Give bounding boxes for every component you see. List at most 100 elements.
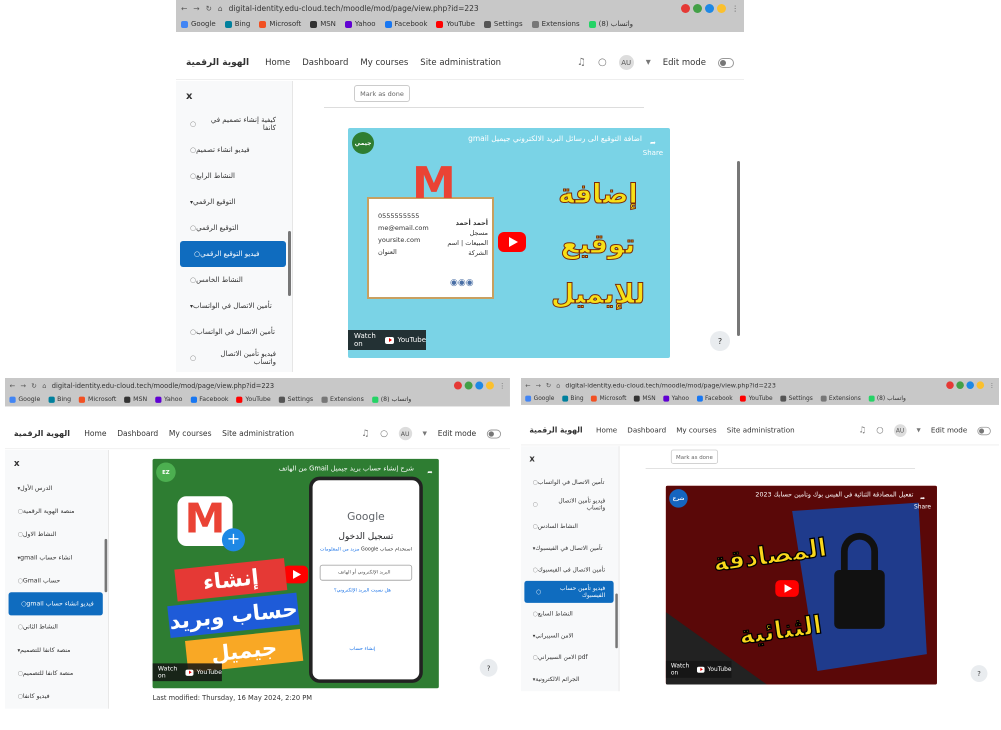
avatar[interactable]: AU bbox=[893, 424, 907, 437]
menu-icon[interactable]: ⋮ bbox=[499, 381, 506, 389]
chevron-down-icon[interactable]: ▾ bbox=[423, 429, 427, 439]
bookmark-item[interactable]: Facebook bbox=[385, 20, 428, 28]
sidebar-item[interactable]: النشاط السابع ○ bbox=[521, 603, 614, 625]
mark-as-done-button[interactable]: Mark as done bbox=[670, 449, 719, 464]
sidebar-item[interactable]: فيديو تأمين الاتصال واتساب ○ bbox=[521, 493, 614, 515]
bookmark-item[interactable]: Settings bbox=[780, 395, 813, 402]
bookmark-item[interactable]: MSN bbox=[634, 395, 655, 402]
bell-icon[interactable]: ♫ bbox=[361, 429, 369, 439]
bookmark-item[interactable]: Settings bbox=[484, 20, 523, 28]
video-embed[interactable]: جيمي اضافة التوقيع الى رسائل البريد الال… bbox=[348, 128, 670, 358]
chat-icon[interactable]: ○ bbox=[380, 429, 388, 439]
create-account-link[interactable]: إنشاء حساب bbox=[313, 646, 420, 651]
bookmark-item[interactable]: YouTube bbox=[237, 396, 270, 403]
scrollbar[interactable] bbox=[104, 538, 108, 593]
sidebar-item[interactable]: تأمين الاتصال في الواتساب ○ bbox=[176, 319, 286, 345]
chat-icon[interactable]: ○ bbox=[598, 57, 607, 68]
video-embed[interactable]: EZ شرح إنشاء حساب بريد جيميل Gmail من ال… bbox=[152, 458, 439, 689]
sidebar-item[interactable]: كيفية إنشاء تصميم في كانفا ○ bbox=[176, 111, 286, 137]
sidebar-item[interactable]: تأمين الاتصال في الفيسبوك ○ bbox=[521, 559, 614, 581]
sidebar-section[interactable]: الجرائم الالكترونية ▾ bbox=[521, 668, 614, 690]
bookmark-item[interactable]: Microsoft bbox=[79, 396, 116, 403]
bookmark-item[interactable]: Yahoo bbox=[155, 396, 182, 403]
sidebar-section[interactable]: التوقيع الرقمي ▾ bbox=[176, 189, 286, 215]
address-bar[interactable]: digital-identity.edu-cloud.tech/moodle/m… bbox=[52, 381, 274, 389]
sidebar-item[interactable]: حساب Gmail ○ bbox=[5, 569, 103, 592]
sidebar-item[interactable]: تأمين الاتصال في الواتساب ○ bbox=[521, 471, 614, 493]
reload-icon[interactable]: ↻ bbox=[206, 4, 212, 13]
video-title[interactable]: اضافة التوقيع الى رسائل البريد الالكترون… bbox=[378, 134, 642, 143]
extension-icons[interactable] bbox=[943, 381, 984, 389]
scrollbar[interactable] bbox=[615, 593, 618, 649]
sidebar-section[interactable]: الدرس الأول ▾ bbox=[5, 477, 103, 500]
bookmark-item[interactable]: واتساب (8) bbox=[589, 20, 633, 28]
menu-icon[interactable]: ⋮ bbox=[732, 4, 740, 13]
help-button[interactable]: ? bbox=[479, 658, 498, 677]
bookmark-item[interactable]: Bing bbox=[562, 395, 583, 402]
bookmark-item[interactable]: Microsoft bbox=[259, 20, 301, 28]
sidebar-section[interactable]: انشاء حساب gmail ▾ bbox=[5, 546, 103, 569]
watch-on-youtube[interactable]: Watch on YouTube bbox=[152, 663, 222, 682]
video-title[interactable]: شرح إنشاء حساب بريد جيميل Gmail من الهات… bbox=[179, 464, 414, 472]
sidebar-item-active[interactable]: فيديو التوقيع الرقمي ○ bbox=[180, 241, 286, 267]
nav-home[interactable]: Home bbox=[596, 426, 617, 434]
nav-home[interactable]: Home bbox=[84, 429, 106, 438]
nav-site-admin[interactable]: Site administration bbox=[420, 58, 501, 68]
sidebar-item-active[interactable]: فيديو تأمين حساب الفيسبوك ○ bbox=[524, 580, 614, 603]
learn-more-link[interactable]: مزيد من المعلومات bbox=[320, 547, 360, 552]
edit-mode-toggle[interactable] bbox=[718, 57, 734, 68]
bell-icon[interactable]: ♫ bbox=[859, 426, 867, 435]
share-button[interactable]: ➦ Share bbox=[914, 494, 931, 511]
close-drawer-button[interactable]: x bbox=[5, 450, 108, 477]
back-icon[interactable]: ← bbox=[9, 381, 15, 389]
home-icon[interactable]: ⌂ bbox=[218, 4, 223, 13]
avatar[interactable]: AU bbox=[618, 55, 634, 70]
channel-avatar[interactable]: جيمي bbox=[352, 132, 374, 154]
sidebar-section[interactable]: الامن السيبراني ▾ bbox=[521, 625, 614, 647]
bookmark-item[interactable]: Bing bbox=[48, 396, 71, 403]
sidebar-section[interactable]: منصة كانفا للتصميم ▾ bbox=[5, 638, 103, 661]
mark-as-done-button[interactable]: Mark as done bbox=[354, 85, 410, 102]
nav-my-courses[interactable]: My courses bbox=[360, 58, 408, 68]
bookmark-item[interactable]: Microsoft bbox=[591, 395, 627, 402]
bookmark-item[interactable]: Facebook bbox=[697, 395, 733, 402]
watch-on-youtube[interactable]: Watch on YouTube bbox=[348, 330, 426, 350]
bookmark-item[interactable]: MSN bbox=[310, 20, 336, 28]
address-bar[interactable]: digital-identity.edu-cloud.tech/moodle/m… bbox=[229, 4, 479, 13]
extension-icons[interactable] bbox=[678, 3, 726, 13]
sidebar-item[interactable]: النشاط الاول ○ bbox=[5, 523, 103, 546]
bookmark-item[interactable]: Facebook bbox=[190, 396, 228, 403]
back-icon[interactable]: ← bbox=[181, 4, 187, 13]
sidebar-item[interactable]: النشاط السادس○ bbox=[521, 515, 614, 537]
nav-home[interactable]: Home bbox=[265, 58, 290, 68]
sidebar-item[interactable]: النشاط الخامس ○ bbox=[176, 267, 286, 293]
bookmark-item[interactable]: واتساب (8) bbox=[372, 396, 412, 403]
sidebar-item[interactable]: منصة الهوية الرقمية ○ bbox=[5, 500, 103, 523]
bookmark-item[interactable]: MSN bbox=[124, 396, 147, 403]
chat-icon[interactable]: ○ bbox=[876, 426, 883, 435]
chevron-down-icon[interactable]: ▾ bbox=[646, 57, 651, 68]
back-icon[interactable]: ← bbox=[525, 381, 530, 389]
scrollbar[interactable] bbox=[288, 231, 291, 296]
sidebar-section[interactable]: تأمين الاتصال في الواتساب ▾ bbox=[176, 293, 286, 319]
help-button[interactable]: ? bbox=[710, 331, 730, 351]
channel-avatar[interactable]: EZ bbox=[156, 462, 176, 483]
nav-site-admin[interactable]: Site administration bbox=[727, 426, 795, 434]
bookmark-item[interactable]: Settings bbox=[279, 396, 314, 403]
sidebar-item[interactable]: النشاط الثاني ○ bbox=[5, 615, 103, 638]
bookmark-item[interactable]: Google bbox=[181, 20, 216, 28]
help-button[interactable]: ? bbox=[970, 665, 988, 682]
channel-avatar[interactable]: شرح bbox=[669, 489, 688, 508]
bookmark-item[interactable]: Google bbox=[9, 396, 40, 403]
sidebar-item[interactable]: النشاط الثالث○ bbox=[5, 708, 103, 709]
sidebar-item[interactable]: الجرائم الالكترونية○ bbox=[521, 690, 614, 691]
site-brand[interactable]: الهوية الرقمية bbox=[529, 426, 582, 434]
sidebar-item[interactable]: منصة كانفا للتصميم ○ bbox=[5, 662, 103, 685]
sidebar-item[interactable]: التوقيع الرقمي ○ bbox=[176, 215, 286, 241]
bookmark-item[interactable]: YouTube bbox=[740, 395, 773, 402]
play-button[interactable] bbox=[498, 232, 526, 252]
sidebar-item[interactable]: فيديو انشاء تصميم ○ bbox=[176, 137, 286, 163]
bookmark-item[interactable]: YouTube bbox=[436, 20, 474, 28]
chevron-down-icon[interactable]: ▾ bbox=[916, 426, 920, 435]
video-embed[interactable]: شرح تفعيل المصادقة الثنائية في الفيس بوك… bbox=[665, 485, 937, 685]
